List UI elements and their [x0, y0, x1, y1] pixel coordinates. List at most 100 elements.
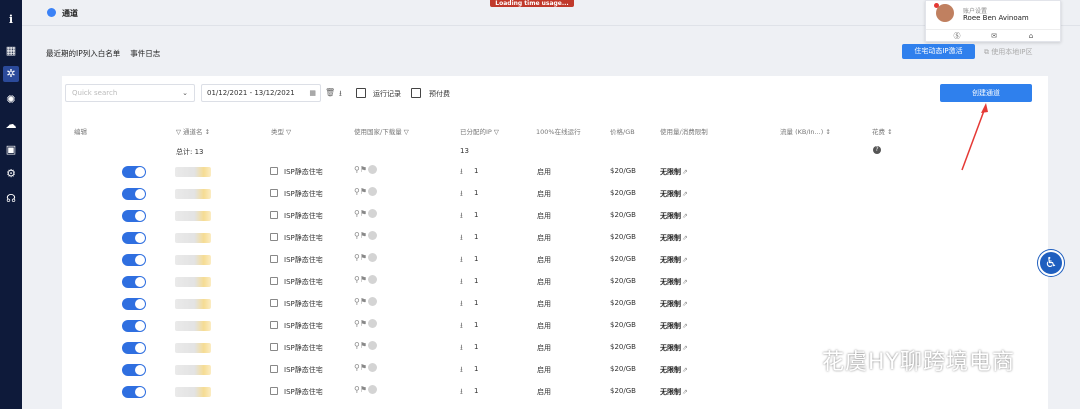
header-channel-name[interactable]: ▽ 通道名 ↕	[176, 126, 210, 136]
channel-name-redacted[interactable]	[175, 299, 211, 309]
channel-toggle[interactable]	[122, 166, 146, 178]
edit-link-icon[interactable]: ⇗	[682, 212, 688, 220]
channel-toggle[interactable]	[122, 320, 146, 332]
channel-name-redacted[interactable]	[175, 167, 211, 177]
usage-limit[interactable]: 无限制⇗	[660, 321, 688, 331]
location-flag-icon[interactable]: ⚲⚑	[354, 341, 378, 350]
download-icon[interactable]: ⭳	[460, 210, 463, 224]
channel-name-redacted[interactable]	[175, 233, 211, 243]
channel-toggle[interactable]	[122, 210, 146, 222]
channel-name-redacted[interactable]	[175, 255, 211, 265]
usage-limit[interactable]: 无限制⇗	[660, 255, 688, 265]
activate-residential-button[interactable]: 住宅动态IP激活	[902, 44, 975, 59]
location-flag-icon[interactable]: ⚲⚑	[354, 363, 378, 372]
filter-icon[interactable]: ▽	[404, 128, 409, 136]
edit-link-icon[interactable]: ⇗	[682, 278, 688, 286]
running-log-checkbox[interactable]	[356, 88, 366, 98]
download-icon[interactable]: ⭳	[460, 386, 463, 400]
usage-limit[interactable]: 无限制⇗	[660, 343, 688, 353]
info-icon[interactable]: i	[3, 12, 19, 28]
header-cost[interactable]: 花费 ↕	[872, 126, 893, 136]
channel-toggle[interactable]	[122, 298, 146, 310]
location-flag-icon[interactable]: ⚲⚑	[354, 275, 378, 284]
channel-toggle[interactable]	[122, 254, 146, 266]
edit-link-icon[interactable]: ⇗	[682, 300, 688, 308]
channel-toggle[interactable]	[122, 342, 146, 354]
usage-limit[interactable]: 无限制⇗	[660, 211, 688, 221]
channel-name-redacted[interactable]	[175, 321, 211, 331]
download-icon[interactable]: ⭳	[460, 298, 463, 312]
download-icon[interactable]: ⭳	[460, 342, 463, 356]
download-icon[interactable]: ⭳	[339, 88, 342, 102]
download-icon[interactable]: ⭳	[460, 166, 463, 180]
avatar[interactable]	[934, 3, 954, 22]
download-icon[interactable]: ⭳	[460, 364, 463, 378]
settings-icon[interactable]: ⚙	[3, 166, 19, 182]
prepaid-checkbox[interactable]	[411, 88, 421, 98]
download-icon[interactable]: ⭳	[460, 276, 463, 290]
usage-limit[interactable]: 无限制⇗	[660, 189, 688, 199]
location-flag-icon[interactable]: ⚲⚑	[354, 209, 378, 218]
help-icon[interactable]: ?	[873, 146, 881, 154]
channel-toggle[interactable]	[122, 188, 146, 200]
channel-name-redacted[interactable]	[175, 277, 211, 287]
edit-link-icon[interactable]: ⇗	[682, 234, 688, 242]
event-log-link[interactable]: 事件日志	[130, 49, 160, 58]
location-flag-icon[interactable]: ⚲⚑	[354, 297, 378, 306]
dashboard-icon[interactable]: ▦	[3, 43, 19, 59]
usage-limit[interactable]: 无限制⇗	[660, 167, 688, 177]
mail-icon[interactable]: ✉	[989, 32, 999, 40]
filter-icon[interactable]: ▽	[286, 128, 291, 136]
download-icon[interactable]: ⭳	[460, 232, 463, 246]
local-ip-zone-link[interactable]: ⧉ 使用本地IP区	[984, 47, 1033, 57]
filter-icon[interactable]: ▽	[176, 128, 181, 136]
cloud-icon[interactable]: ☁	[3, 117, 19, 133]
channel-name-redacted[interactable]	[175, 365, 211, 375]
quick-search-select[interactable]: Quick search ⌄	[65, 84, 195, 102]
location-flag-icon[interactable]: ⚲⚑	[354, 319, 378, 328]
usage-limit[interactable]: 无限制⇗	[660, 277, 688, 287]
edit-link-icon[interactable]: ⇗	[682, 344, 688, 352]
channel-name-redacted[interactable]	[175, 189, 211, 199]
channel-name-redacted[interactable]	[175, 343, 211, 353]
edit-link-icon[interactable]: ⇗	[682, 190, 688, 198]
channel-toggle[interactable]	[122, 276, 146, 288]
download-icon[interactable]: ⭳	[460, 188, 463, 202]
usage-limit[interactable]: 无限制⇗	[660, 299, 688, 309]
location-flag-icon[interactable]: ⚲⚑	[354, 165, 378, 174]
delete-icon[interactable]: 🗑	[325, 88, 335, 97]
date-range-input[interactable]: 01/12/2021 - 13/12/2021 ▦	[201, 84, 321, 102]
monitor-icon[interactable]: ▣	[3, 142, 19, 158]
edit-link-icon[interactable]: ⇗	[682, 168, 688, 176]
support-icon[interactable]: ☊	[3, 191, 19, 207]
download-icon[interactable]: ⭳	[460, 254, 463, 268]
channel-toggle[interactable]	[122, 386, 146, 398]
usage-limit[interactable]: 无限制⇗	[660, 387, 688, 397]
bug-icon[interactable]: ✺	[3, 92, 19, 108]
accessibility-button[interactable]: ♿	[1038, 250, 1064, 276]
proxy-network-icon[interactable]: ✲	[3, 66, 19, 82]
whitelist-link[interactable]: 最近期的IP列入白名单	[46, 49, 120, 58]
usage-limit[interactable]: 无限制⇗	[660, 365, 688, 375]
channel-toggle[interactable]	[122, 364, 146, 376]
header-traffic[interactable]: 流量 (KB/In...) ↕	[780, 126, 831, 136]
user-menu[interactable]: 账户设置 Roee Ben Avinoam Ⓢ ✉ ⌂	[925, 0, 1061, 42]
header-country[interactable]: 使用国家/下载量 ▽	[354, 126, 411, 136]
channel-toggle[interactable]	[122, 232, 146, 244]
location-flag-icon[interactable]: ⚲⚑	[354, 385, 378, 394]
home-icon[interactable]: ⌂	[1026, 32, 1036, 40]
filter-icon[interactable]: ▽	[494, 128, 499, 136]
edit-link-icon[interactable]: ⇗	[682, 366, 688, 374]
location-flag-icon[interactable]: ⚲⚑	[354, 253, 378, 262]
location-flag-icon[interactable]: ⚲⚑	[354, 187, 378, 196]
channel-name-redacted[interactable]	[175, 387, 211, 397]
location-flag-icon[interactable]: ⚲⚑	[354, 231, 378, 240]
header-type[interactable]: 类型 ▽	[271, 126, 293, 136]
usage-limit[interactable]: 无限制⇗	[660, 233, 688, 243]
header-assigned-ip[interactable]: 已分配的IP ▽	[460, 126, 501, 136]
download-icon[interactable]: ⭳	[460, 320, 463, 334]
edit-link-icon[interactable]: ⇗	[682, 388, 688, 396]
edit-link-icon[interactable]: ⇗	[682, 322, 688, 330]
edit-link-icon[interactable]: ⇗	[682, 256, 688, 264]
channel-name-redacted[interactable]	[175, 211, 211, 221]
